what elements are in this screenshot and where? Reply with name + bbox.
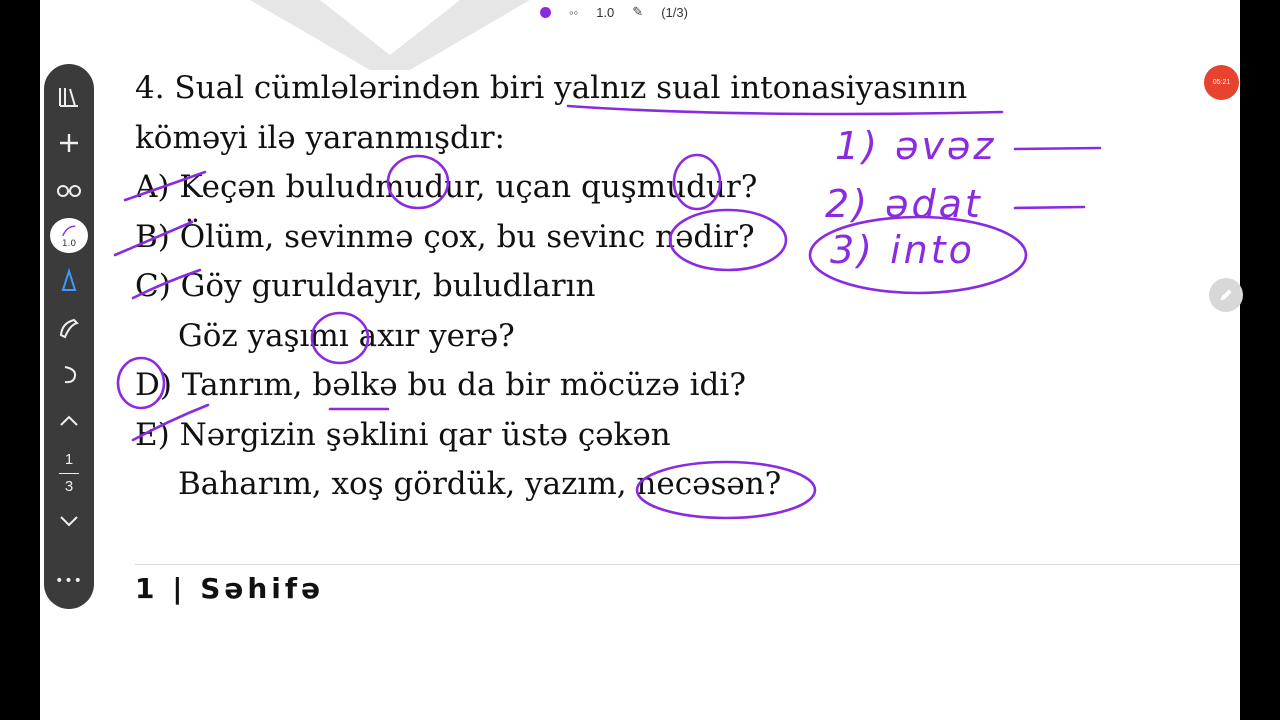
option-e: E) Nərgizin şəklini qar üstə çəkən: [135, 416, 671, 453]
library-icon[interactable]: [49, 78, 89, 116]
current-page: 1: [64, 450, 74, 468]
pen-size-label: 1.0: [61, 239, 77, 250]
zoom-level: 1.0: [596, 4, 615, 20]
edit-pencil-icon[interactable]: [1209, 278, 1243, 312]
footer-divider: [135, 564, 1240, 565]
page-counter: 1 3: [59, 451, 79, 496]
add-icon[interactable]: [49, 125, 89, 163]
option-e-continued: Baharım, xoş gördük, yazım, necəsən?: [178, 466, 782, 502]
highlighter-icon[interactable]: [49, 262, 89, 300]
option-c-continued: Göz yaşımı axır yerə?: [178, 317, 515, 354]
pen-tool-button[interactable]: 1.0: [50, 217, 88, 254]
total-pages: 3: [64, 477, 74, 495]
question-line: 4. Sual cümlələrindən biri yalnız sual i…: [135, 70, 968, 106]
chevron-up-icon[interactable]: [49, 402, 89, 440]
recording-timer-badge[interactable]: 05:21: [1204, 65, 1239, 100]
page-indicator: (1/3): [661, 4, 688, 20]
lasso-icon[interactable]: [49, 309, 89, 347]
option-d: D) Tanrım, bəlkə bu da bir möcüzə idi?: [135, 367, 746, 403]
handwritten-note: 2) ədat: [825, 182, 983, 226]
top-status-bar: ◦◦ 1.0 ✎ (1/3): [540, 0, 688, 24]
document-page: ◦◦ 1.0 ✎ (1/3) 4. Sual cümlələrindən bir…: [40, 0, 1240, 720]
more-menu-button[interactable]: •••: [49, 562, 89, 600]
handwritten-note: 3) into: [830, 228, 975, 272]
glasses-icon[interactable]: ◦◦: [569, 5, 578, 20]
page-footer: 1 | Səhifə: [135, 572, 325, 605]
glasses-icon[interactable]: [49, 171, 89, 209]
undo-icon[interactable]: [49, 356, 89, 394]
chevron-down-icon[interactable]: [49, 502, 89, 540]
pen-icon[interactable]: ✎: [632, 4, 643, 20]
handwritten-note: 1) əvəz: [835, 124, 997, 168]
color-dot-icon[interactable]: [540, 6, 551, 18]
annotation-toolbar: 1.0 1 3 •••: [44, 64, 94, 609]
watermark-logo: [250, 0, 530, 70]
